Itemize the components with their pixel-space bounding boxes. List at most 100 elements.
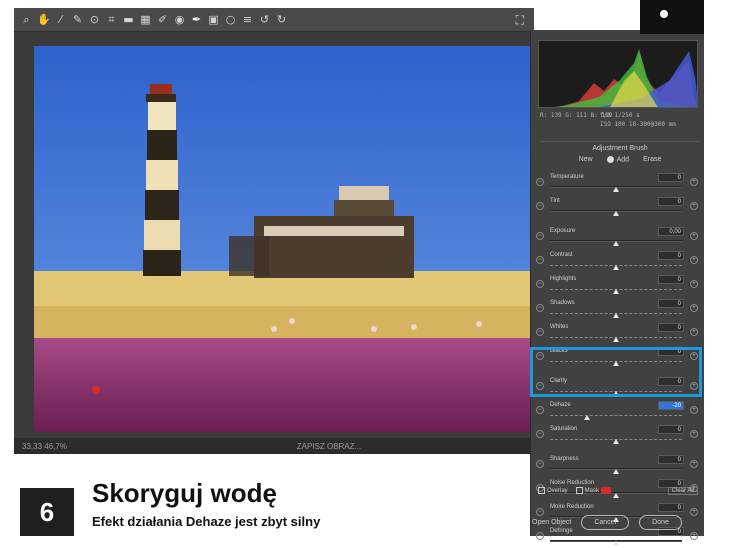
overlay-toggle[interactable]: Overlay (538, 487, 568, 495)
slider-row[interactable]: − Shadows 0 + (534, 296, 702, 320)
slider-label: Highlights (550, 276, 577, 282)
zoom-tool-icon[interactable]: ⌕ (20, 13, 33, 26)
cancel-button[interactable]: Cancel (581, 514, 630, 530)
mode-add[interactable]: Add (606, 156, 629, 163)
slider-value-field[interactable]: 0,00 (658, 227, 684, 236)
decrease-icon[interactable]: − (536, 430, 544, 438)
slider-label: Whites (550, 324, 569, 330)
slider-thumb[interactable] (613, 469, 619, 474)
increase-icon[interactable]: + (690, 280, 698, 288)
transform-tool-icon[interactable]: ▦ (139, 13, 152, 26)
panel-footer: Open Object Cancel Done (530, 508, 704, 536)
slider-thumb[interactable] (613, 241, 619, 246)
adjustment-title: Adjustment Brush (540, 141, 700, 152)
targeted-adjustment-tool-icon[interactable]: ⊙ (88, 13, 101, 26)
slider-row[interactable]: − Whites 0 + (534, 320, 702, 344)
decrease-icon[interactable]: − (536, 460, 544, 468)
mask-label: Mask (584, 488, 600, 495)
decrease-icon[interactable]: − (536, 178, 544, 186)
mask-checkbox[interactable] (575, 487, 583, 495)
hand-tool-icon[interactable]: ✋ (37, 13, 51, 26)
step-number: 6 (20, 488, 74, 536)
slider-thumb[interactable] (613, 211, 619, 216)
decrease-icon[interactable]: − (536, 202, 544, 210)
overlay-checkbox[interactable] (538, 487, 545, 495)
clear-all-button[interactable]: Clear All (667, 487, 698, 495)
rotate-right-tool-icon[interactable]: ↻ (275, 13, 288, 26)
decrease-icon[interactable]: − (536, 232, 544, 240)
slider-value-field[interactable]: -20 (658, 401, 684, 410)
decrease-icon[interactable]: − (536, 406, 544, 414)
fullscreen-icon[interactable]: ⛶ (516, 13, 524, 28)
increase-icon[interactable]: + (690, 328, 698, 336)
increase-icon[interactable]: + (690, 232, 698, 240)
radial-filter-tool-icon[interactable]: ○ (224, 13, 237, 26)
color-sampler-tool-icon[interactable]: ✎ (71, 13, 84, 26)
increase-icon[interactable]: + (690, 304, 698, 312)
panel-options: Overlay Mask Clear All (534, 484, 702, 498)
slider-value-field[interactable]: 0 (658, 425, 684, 434)
open-object-button[interactable]: Open Object (532, 519, 571, 526)
increase-icon[interactable]: + (690, 430, 698, 438)
decrease-icon[interactable]: − (536, 328, 544, 336)
mode-new[interactable]: New (579, 156, 593, 163)
slider-thumb[interactable] (613, 541, 619, 546)
slider-row[interactable]: − Exposure 0,00 + (534, 224, 702, 248)
photo-canvas[interactable] (34, 46, 530, 432)
slider-value-field[interactable]: 0 (658, 173, 684, 182)
rotate-left-tool-icon[interactable]: ↺ (258, 13, 271, 26)
slider-value-field[interactable]: 0 (658, 275, 684, 284)
slider-thumb[interactable] (613, 439, 619, 444)
adjustment-brush-tool-icon[interactable]: ✒ (190, 13, 203, 26)
slider-row[interactable]: − Saturation 0 + (534, 422, 702, 446)
decrease-icon[interactable]: − (536, 256, 544, 264)
increase-icon[interactable]: + (690, 202, 698, 210)
slider-row[interactable]: − Temperature 0 + (534, 170, 702, 194)
slider-row[interactable]: − Contrast 0 + (534, 248, 702, 272)
slider-thumb[interactable] (613, 265, 619, 270)
radio-selected-icon (606, 156, 614, 163)
status-info[interactable]: ZAPISZ OBRAZ... (124, 442, 534, 451)
slider-thumb[interactable] (583, 415, 590, 420)
increase-icon[interactable]: + (690, 256, 698, 264)
crop-tool-icon[interactable]: ⌗ (105, 13, 118, 26)
preferences-tool-icon[interactable]: ≡ (241, 13, 254, 26)
slider-row[interactable]: − Highlights 0 + (534, 272, 702, 296)
slider-row[interactable]: − Dehaze -20 + (534, 398, 702, 422)
decrease-icon[interactable]: − (536, 280, 544, 288)
zoom-readout[interactable]: 33,33 46,7% (14, 442, 124, 451)
increase-icon[interactable]: + (690, 406, 698, 414)
slider-track[interactable] (550, 414, 682, 416)
slider-thumb[interactable] (613, 313, 619, 318)
slider-value-field[interactable]: 0 (658, 455, 684, 464)
slider-label: Exposure (550, 228, 576, 234)
status-bar: 33,33 46,7% ZAPISZ OBRAZ... (14, 438, 534, 454)
mask-color-swatch[interactable] (600, 487, 611, 495)
mask-toggle[interactable]: Mask (575, 487, 611, 495)
slider-row[interactable]: − Sharpness 0 + (534, 452, 702, 476)
slider-thumb[interactable] (613, 187, 619, 192)
increase-icon[interactable]: + (690, 178, 698, 186)
red-eye-tool-icon[interactable]: ◉ (173, 13, 186, 26)
slider-value-field[interactable]: 0 (658, 251, 684, 260)
slider-thumb[interactable] (613, 337, 619, 342)
straighten-tool-icon[interactable]: ▬ (122, 13, 135, 26)
slider-label: Temperature (550, 174, 584, 180)
panel-top-bar (640, 0, 704, 34)
graduated-filter-tool-icon[interactable]: ▣ (207, 13, 220, 26)
slider-value-field[interactable]: 0 (658, 299, 684, 308)
slider-row[interactable]: − Tint 0 + (534, 194, 702, 218)
editor-window: ⌕ ✋ ⁄ ✎ ⊙ ⌗ ▬ ▦ ✐ ◉ ✒ ▣ ○ ≡ ↺ ↻ ⛶ 33,33 … (14, 8, 534, 454)
increase-icon[interactable]: + (690, 460, 698, 468)
decrease-icon[interactable]: − (536, 304, 544, 312)
slider-label: Tint (550, 198, 560, 204)
white-balance-tool-icon[interactable]: ⁄ (54, 13, 67, 26)
slider-thumb[interactable] (613, 289, 619, 294)
slider-value-field[interactable]: 0 (658, 323, 684, 332)
mode-erase[interactable]: Erase (643, 156, 661, 163)
histogram-graph (554, 49, 697, 107)
spot-removal-tool-icon[interactable]: ✐ (156, 13, 169, 26)
slider-value-field[interactable]: 0 (658, 197, 684, 206)
panel-indicator-icon (660, 10, 668, 18)
done-button[interactable]: Done (639, 514, 682, 530)
